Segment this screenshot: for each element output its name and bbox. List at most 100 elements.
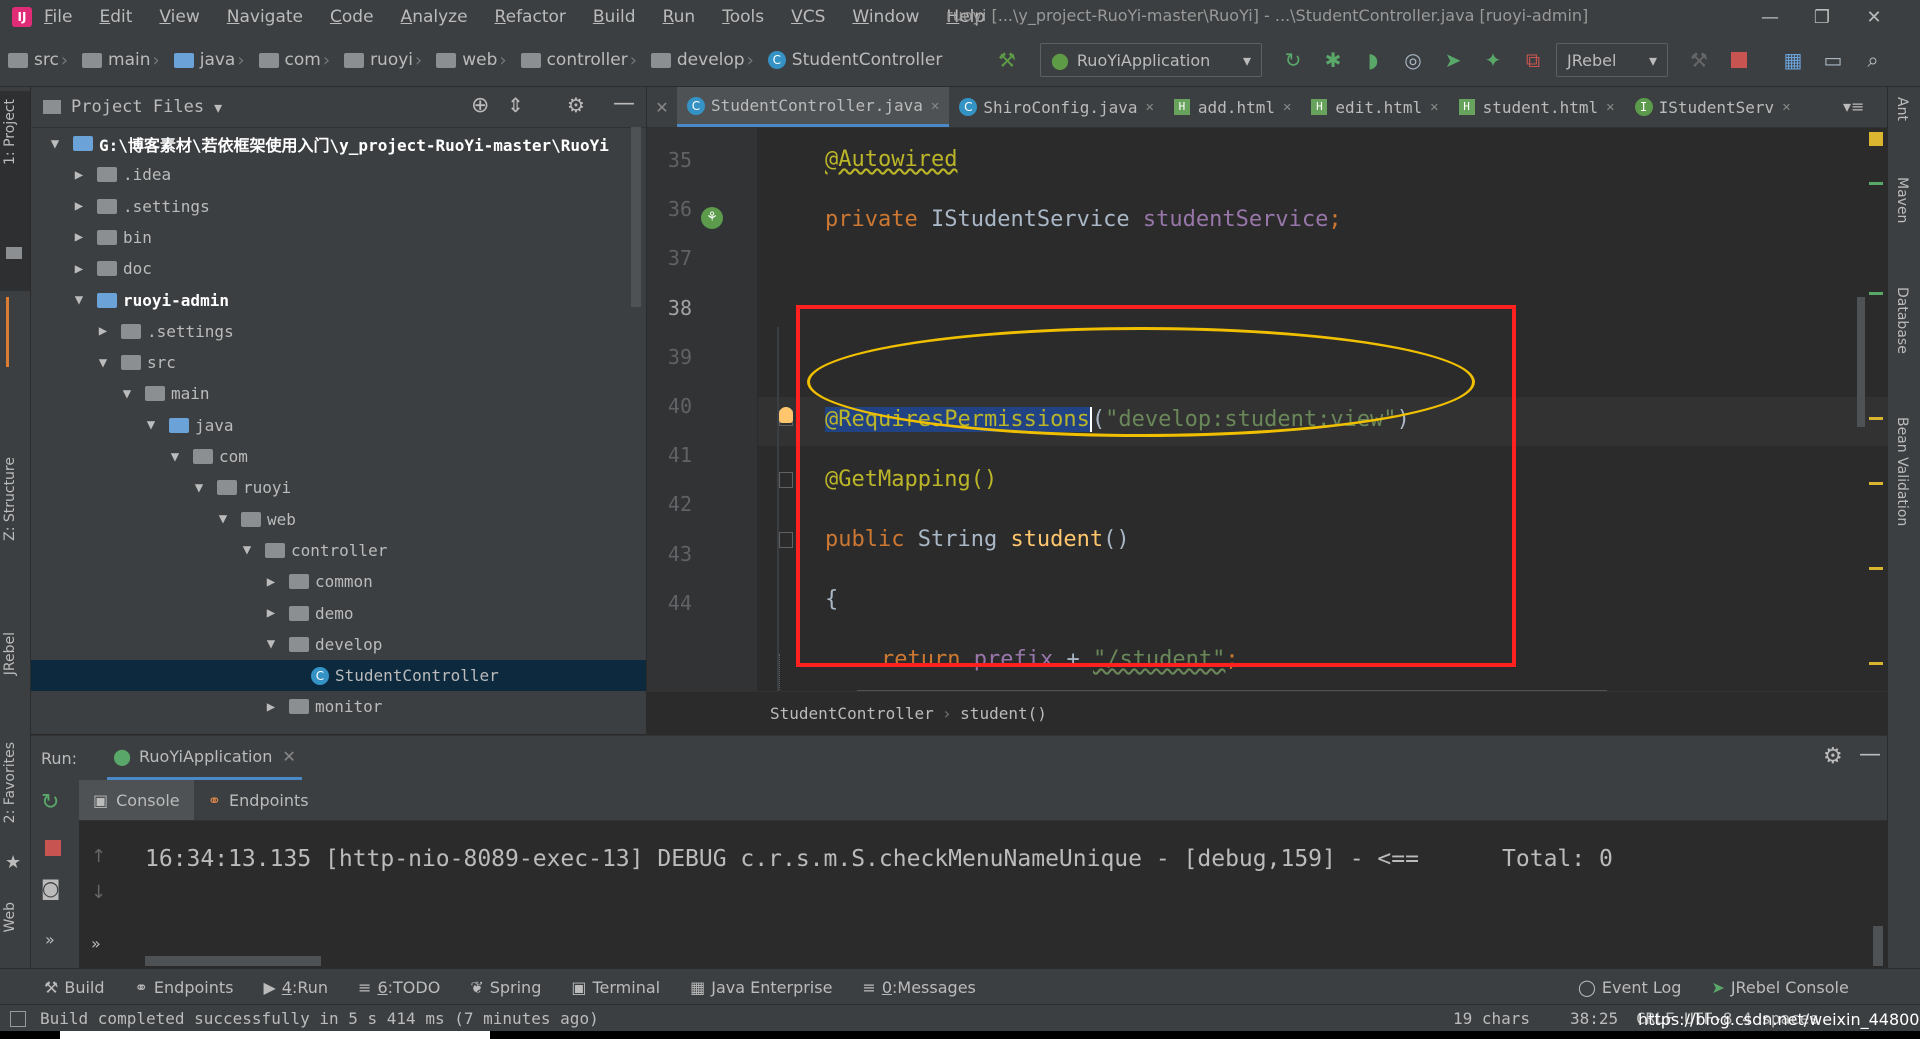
stop-icon[interactable]	[1722, 43, 1756, 77]
presentation-icon[interactable]: ▭	[1816, 43, 1850, 77]
hide-panel-icon[interactable]: —	[1859, 742, 1881, 767]
close-icon[interactable]: ✕	[931, 98, 939, 114]
inspection-status-icon[interactable]	[1869, 132, 1883, 146]
maven-tool-tab[interactable]: Maven	[1894, 177, 1910, 223]
stop-icon[interactable]	[45, 840, 61, 856]
endpoints-tab[interactable]: ⚭ Endpoints	[194, 780, 323, 820]
chevron-right-icon[interactable]: ▶	[261, 699, 281, 715]
tool-tab-java-enterprise[interactable]: ▦ Java Enterprise	[690, 978, 832, 997]
jrebel-select[interactable]: JRebel ▾	[1556, 43, 1668, 77]
project-structure-icon[interactable]: ▦	[1776, 43, 1810, 77]
chevron-right-icon[interactable]: ▶	[261, 574, 281, 590]
tree-node[interactable]: ▼ ruoyi	[31, 472, 646, 503]
search-icon[interactable]: ⌕	[1856, 43, 1890, 77]
tree-node[interactable]: ▼ controller	[31, 535, 646, 566]
chevron-right-icon[interactable]: ▶	[69, 167, 89, 183]
gear-icon[interactable]: ⚙	[567, 93, 585, 117]
tree-node[interactable]: ▼ com	[31, 441, 646, 472]
menu-refactor[interactable]: Refactor	[495, 7, 566, 27]
breadcrumb-item[interactable]: main ›	[82, 50, 168, 71]
restore-button[interactable]: ❐	[1796, 7, 1848, 28]
database-tool-tab[interactable]: Database	[1894, 287, 1910, 354]
breadcrumb-item[interactable]: java ›	[173, 50, 253, 71]
tool-tab-terminal[interactable]: ▣ Terminal	[571, 978, 660, 997]
menu-edit[interactable]: Edit	[99, 7, 132, 27]
tool-tab-build[interactable]: ⚒ Build	[44, 978, 105, 997]
breadcrumb-item[interactable]: controller ›	[520, 50, 645, 71]
chevron-down-icon[interactable]: ▼	[165, 449, 185, 465]
breadcrumb-item[interactable]: web ›	[436, 50, 514, 71]
chevron-down-icon[interactable]: ▼	[69, 292, 89, 308]
tabs-overflow-icon[interactable]: ▾≡	[1843, 97, 1864, 116]
close-icon[interactable]: ✕	[282, 747, 295, 766]
fold-marker-icon[interactable]	[779, 532, 793, 548]
arrow-up-icon[interactable]: ↑	[91, 846, 106, 867]
tree-node[interactable]: ▼ G:\博客素材\若依框架使用入门\y_project-RuoYi-master…	[31, 128, 646, 159]
code-line-40[interactable]: public String student()	[825, 527, 1130, 552]
menu-build[interactable]: Build	[593, 7, 636, 27]
taskbar-item[interactable]	[60, 1031, 490, 1039]
editor-tab[interactable]: Hedit.html ✕	[1301, 87, 1448, 127]
build-hammer-icon[interactable]: ⚒	[990, 43, 1024, 77]
chevron-right-icon[interactable]: ▶	[69, 229, 89, 245]
tree-node[interactable]: ▶ .settings	[31, 191, 646, 222]
breadcrumb-class[interactable]: StudentController	[770, 704, 934, 723]
web-tool-tab[interactable]: Web	[2, 902, 18, 933]
tree-node[interactable]: ▶ .settings	[31, 316, 646, 347]
tree-scrollbar[interactable]	[631, 127, 641, 307]
chevron-down-icon[interactable]: ▾	[214, 98, 222, 117]
intention-bulb-icon[interactable]	[779, 407, 793, 423]
jrebel-tool-tab[interactable]: JRebel	[2, 632, 18, 675]
status-message[interactable]: Build completed successfully in 5 s 414 …	[40, 1009, 599, 1028]
chevron-right-icon[interactable]: ▶	[69, 261, 89, 277]
close-icon[interactable]: ✕	[1606, 99, 1614, 115]
bean-validation-tool-tab[interactable]: Bean Validation	[1894, 417, 1910, 526]
close-icon[interactable]: ✕	[1283, 99, 1291, 115]
debug-icon[interactable]: ✱	[1316, 43, 1350, 77]
coverage-icon[interactable]: ◗	[1356, 43, 1390, 77]
event-log-tab[interactable]: ◯ Event Log	[1578, 978, 1681, 997]
tree-node[interactable]: ▼ java	[31, 410, 646, 441]
menu-code[interactable]: Code	[330, 7, 374, 27]
editor-vscrollbar[interactable]	[1857, 297, 1865, 427]
gear-icon[interactable]: ⚙	[1823, 744, 1843, 769]
tree-node[interactable]: ▶ .idea	[31, 159, 646, 190]
close-icon[interactable]: ✕	[1145, 99, 1153, 115]
menu-window[interactable]: Window	[852, 7, 919, 27]
tool-tab-endpoints[interactable]: ⚭ Endpoints	[135, 978, 234, 997]
code-line-36[interactable]: private IStudentService studentService;	[825, 207, 1342, 232]
menu-run[interactable]: Run	[663, 7, 696, 27]
favorites-tool-tab[interactable]: 2: Favorites	[2, 742, 18, 823]
menu-analyze[interactable]: Analyze	[401, 7, 468, 27]
project-view-select[interactable]: Project Files	[71, 97, 204, 117]
editor-tab[interactable]: C StudentController.java ✕	[677, 87, 950, 127]
project-tool-tab[interactable]: 1: Project	[2, 99, 18, 165]
menu-navigate[interactable]: Navigate	[227, 7, 303, 27]
console-tab[interactable]: ▣ Console	[79, 780, 194, 820]
tool-tab-todo[interactable]: ≡ 6: TODO	[358, 978, 440, 997]
breadcrumb-item[interactable]: com ›	[258, 50, 339, 71]
chevron-down-icon[interactable]: ▼	[117, 386, 137, 402]
tree-node[interactable]: ▶ monitor	[31, 691, 646, 722]
close-icon[interactable]: ✕	[1430, 99, 1438, 115]
menu-vcs[interactable]: VCS	[791, 7, 825, 27]
tree-node[interactable]: C StudentController	[31, 660, 646, 692]
code-line-38[interactable]: @RequiresPermissions("develop:student:vi…	[825, 407, 1410, 432]
tree-node[interactable]: ▶ common	[31, 566, 646, 597]
tree-node[interactable]: ▼ ruoyi-admin	[31, 285, 646, 316]
chevron-right-icon[interactable]: ▶	[93, 323, 113, 339]
profiler-icon[interactable]: ◎	[1396, 43, 1430, 77]
breadcrumb-method[interactable]: student()	[960, 704, 1047, 723]
tree-node[interactable]: ▶ doc	[31, 253, 646, 284]
editor-tab[interactable]: Hadd.html ✕	[1164, 87, 1302, 127]
jrebel-debug-icon[interactable]: ✦	[1476, 43, 1510, 77]
rerun-icon[interactable]: ↻	[1276, 43, 1310, 77]
locate-icon[interactable]: ⊕	[471, 93, 489, 118]
run-config-select[interactable]: ⬤ RuoYiApplication ▾	[1040, 43, 1262, 77]
jrebel-console-tab[interactable]: ➤ JRebel Console	[1711, 978, 1848, 997]
console-vscrollbar[interactable]	[1873, 926, 1883, 966]
close-icon[interactable]: ✕	[1782, 99, 1790, 115]
hammer-disabled-icon[interactable]: ⚒	[1682, 43, 1716, 77]
tree-node[interactable]: ▼ main	[31, 378, 646, 409]
chevron-down-icon[interactable]: ▼	[45, 136, 65, 152]
